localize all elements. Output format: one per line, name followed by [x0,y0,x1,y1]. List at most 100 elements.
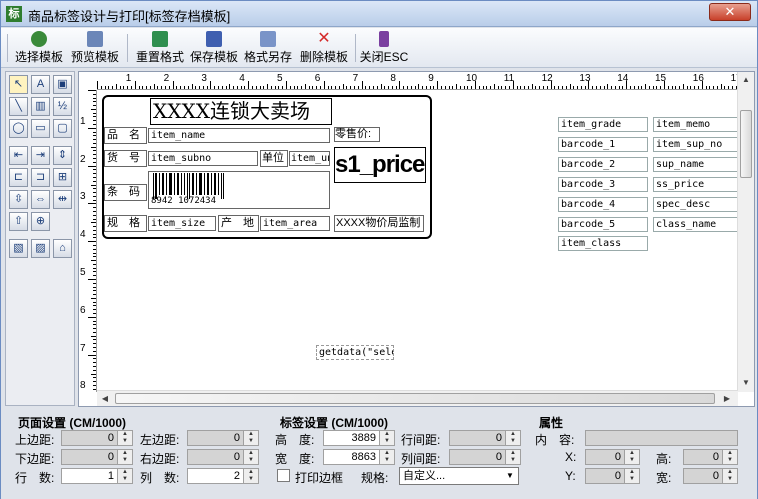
field-barcode-1[interactable]: barcode_1 [558,137,648,152]
spin-arrows-icon[interactable]: ▲ ▼ [243,431,258,445]
x-spinner[interactable]: 0 ▲ ▼ [585,449,640,465]
image-tool-icon[interactable]: ▣ [53,75,72,94]
code-label[interactable]: 货 号 [104,150,147,167]
scroll-left-arrow-icon[interactable]: ◀ [97,391,113,406]
preview-template-button[interactable]: 预览模板 [69,30,121,66]
field-class-name[interactable]: class_name [653,217,738,232]
scroll-down-arrow-icon[interactable]: ▼ [738,375,754,391]
store-title[interactable]: XXXX连锁大卖场 [150,98,332,125]
properties-icon[interactable]: ⌂ [53,239,72,258]
label-width-spinner[interactable]: 8863 ▲ ▼ [323,449,395,465]
ungroup-icon[interactable]: ▨ [31,239,50,258]
origin-label[interactable]: 产 地 [218,215,259,232]
vertical-scroll-thumb[interactable] [740,110,752,178]
spin-arrows-icon[interactable]: ▲ ▼ [117,450,132,464]
scroll-right-arrow-icon[interactable]: ▶ [719,391,735,406]
spin-arrows-icon[interactable]: ▲ ▼ [722,450,737,464]
name-field[interactable]: item_name [148,128,330,143]
code-field[interactable]: item_subno [148,151,258,166]
field-item-grade[interactable]: item_grade [558,117,648,132]
spin-arrows-icon[interactable]: ▲ ▼ [117,431,132,445]
field-sup-name[interactable]: sup_name [653,157,738,172]
right-margin-spinner[interactable]: 0 ▲ ▼ [187,449,259,465]
price-label[interactable]: 零售价: [334,127,380,142]
field-spec-desc[interactable]: spec_desc [653,197,738,212]
fraction-tool-icon[interactable]: ½ [53,97,72,116]
rows-spinner[interactable]: 1 ▲ ▼ [61,468,133,484]
unit-field[interactable]: item_unit [289,151,330,166]
save-template-button[interactable]: 保存模板 [187,30,241,66]
bring-forward-icon[interactable]: ⇧ [9,212,28,231]
same-size-icon[interactable]: ⇹ [53,190,72,209]
field-item-sup-no[interactable]: item_sup_no [653,137,738,152]
content-field[interactable] [585,430,738,446]
rounded-rect-tool-icon[interactable]: ▢ [53,119,72,138]
close-esc-button[interactable]: 关闭ESC [359,30,409,66]
ellipse-tool-icon[interactable]: ◯ [9,119,28,138]
print-border-checkbox[interactable] [277,469,290,482]
align-middle-icon[interactable]: ⊞ [53,168,72,187]
spin-arrows-icon[interactable]: ▲ ▼ [117,469,132,483]
price-field[interactable]: s1_price [334,147,426,183]
spin-arrows-icon[interactable]: ▲ ▼ [243,450,258,464]
align-bottom-icon[interactable]: ⊐ [31,168,50,187]
design-canvas[interactable]: 1234567891011121314151617 12345678 XXXX连… [78,71,755,407]
align-top-icon[interactable]: ⊏ [9,168,28,187]
col-gap-spinner[interactable]: 0 ▲ ▼ [449,449,521,465]
field-barcode-4[interactable]: barcode_4 [558,197,648,212]
field-ss-price[interactable]: ss_price [653,177,738,192]
save-as-button[interactable]: 格式另存 [241,30,295,66]
spin-arrows-icon[interactable]: ▲ ▼ [243,469,258,483]
align-left-icon[interactable]: ⇤ [9,146,28,165]
align-right-icon[interactable]: ⇥ [31,146,50,165]
line-tool-icon[interactable]: ╲ [9,97,28,116]
unit-label[interactable]: 单位 [260,150,288,167]
field-item-class[interactable]: item_class [558,236,648,251]
spin-arrows-icon[interactable]: ▲ ▼ [624,450,639,464]
spin-arrows-icon[interactable]: ▲ ▼ [624,469,639,483]
prop-height-spinner[interactable]: 0 ▲ ▼ [683,449,738,465]
left-margin-spinner[interactable]: 0 ▲ ▼ [187,430,259,446]
loose-text-field[interactable]: getdata("sele [316,345,394,360]
field-barcode-3[interactable]: barcode_3 [558,177,648,192]
reset-format-button[interactable]: 重置格式 [133,30,187,66]
y-spinner[interactable]: 0 ▲ ▼ [585,468,640,484]
spin-arrows-icon[interactable]: ▲ ▼ [722,469,737,483]
spec-select[interactable]: 自定义... ▼ [399,467,519,485]
text-tool-icon[interactable]: A [31,75,50,94]
spin-arrows-icon[interactable]: ▲ ▼ [505,431,520,445]
size-field[interactable]: item_size [148,216,216,231]
scroll-up-arrow-icon[interactable]: ▲ [738,72,754,88]
delete-template-button[interactable]: ✕ 删除模板 [297,30,351,66]
spin-arrows-icon[interactable]: ▲ ▼ [379,431,394,445]
cols-spinner[interactable]: 2 ▲ ▼ [187,468,259,484]
barcode-label[interactable]: 条 码 [104,184,147,201]
pointer-tool-icon[interactable]: ↖ [9,75,28,94]
label-template[interactable]: XXXX连锁大卖场 零售价: s1_price 品 名 item_name 货 … [102,95,432,239]
spec-label[interactable]: 规 格 [104,215,147,232]
field-item-memo[interactable]: item_memo [653,117,738,132]
area-field[interactable]: item_area [260,216,330,231]
group-icon[interactable]: ▧ [9,239,28,258]
field-barcode-5[interactable]: barcode_5 [558,217,648,232]
row-gap-spinner[interactable]: 0 ▲ ▼ [449,430,521,446]
barcode-tool-icon[interactable]: ▥ [31,97,50,116]
name-label[interactable]: 品 名 [104,127,147,144]
same-width-icon[interactable]: ⇔ [31,190,50,209]
horizontal-scrollbar[interactable]: ◀ ▶ [97,390,738,406]
barcode-image[interactable]: 8942 1072434 [148,171,330,209]
same-height-icon[interactable]: ⇳ [9,190,28,209]
horizontal-scroll-thumb[interactable] [115,393,715,404]
spin-arrows-icon[interactable]: ▲ ▼ [379,450,394,464]
rectangle-tool-icon[interactable]: ▭ [31,119,50,138]
prop-width-spinner[interactable]: 0 ▲ ▼ [683,468,738,484]
center-icon[interactable]: ⊕ [31,212,50,231]
close-button[interactable]: ✕ [709,3,751,21]
design-area[interactable]: XXXX连锁大卖场 零售价: s1_price 品 名 item_name 货 … [98,91,738,392]
select-template-button[interactable]: 选择模板 [13,30,65,66]
align-center-icon[interactable]: ⇕ [53,146,72,165]
bottom-margin-spinner[interactable]: 0 ▲ ▼ [61,449,133,465]
top-margin-spinner[interactable]: 0 ▲ ▼ [61,430,133,446]
label-height-spinner[interactable]: 3889 ▲ ▼ [323,430,395,446]
supervisor-text[interactable]: XXXX物价局监制 [334,215,424,232]
